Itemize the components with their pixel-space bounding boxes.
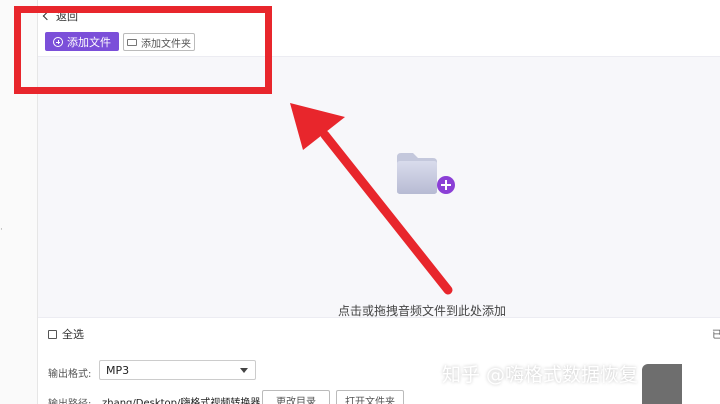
folder-add-icon: [397, 153, 455, 194]
select-all-checkbox[interactable]: 全选: [48, 326, 84, 342]
select-all-label: 全选: [62, 328, 84, 341]
change-directory-button[interactable]: 更改目录: [262, 390, 330, 404]
change-directory-label: 更改目录: [276, 396, 316, 404]
checkbox-icon: [48, 329, 57, 339]
output-path-value: zhang/Desktop/嗨格式视频转换器: [102, 398, 261, 404]
plus-circle-icon: [53, 36, 63, 47]
chevron-left-icon: [42, 11, 52, 21]
back-button[interactable]: 返回: [42, 8, 78, 24]
corner-overlay-button[interactable]: [642, 364, 682, 404]
add-file-label: 添加文件: [67, 35, 111, 49]
watermark-text: 知乎 @嗨格式数据恢复: [442, 364, 639, 386]
caret-down-icon: [240, 368, 248, 373]
output-format-label: 输出格式:: [48, 369, 92, 380]
main-panel: 返回 添加文件 添加文件夹 点击或拖拽音频文件到此处添加 全选 已 输出格式: …: [38, 0, 720, 404]
open-folder-button[interactable]: 打开文件夹: [336, 390, 404, 404]
sidebar-marker: ·: [0, 225, 3, 235]
open-folder-label: 打开文件夹: [345, 396, 395, 404]
folder-icon: [127, 38, 137, 46]
edge-text: 已: [712, 330, 720, 341]
output-format-value: MP3: [106, 363, 130, 377]
add-folder-button[interactable]: 添加文件夹: [123, 33, 195, 51]
output-path-label: 输出路径:: [48, 395, 91, 404]
drop-hint: 点击或拖拽音频文件到此处添加: [338, 304, 507, 318]
add-folder-label: 添加文件夹: [141, 38, 191, 50]
left-sidebar: ·: [0, 0, 38, 404]
add-file-button[interactable]: 添加文件: [45, 32, 119, 51]
output-format-select[interactable]: MP3: [99, 360, 256, 380]
back-label: 返回: [56, 10, 78, 23]
file-drop-zone[interactable]: 点击或拖拽音频文件到此处添加: [38, 56, 720, 318]
